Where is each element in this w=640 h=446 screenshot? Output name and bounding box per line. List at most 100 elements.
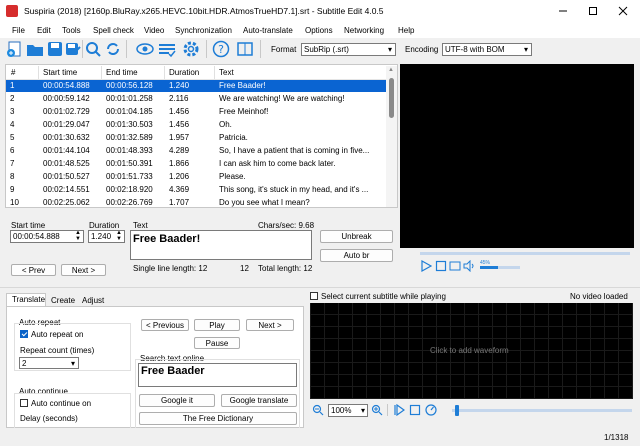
prev-button[interactable]: < Prev (11, 264, 56, 276)
auto-repeat-checkbox[interactable]: Auto repeat on (20, 330, 83, 340)
zoom-out-icon[interactable] (312, 404, 324, 416)
save-icon[interactable] (46, 40, 64, 58)
menu-spell-check[interactable]: Spell check (93, 26, 134, 35)
cell-text: So, I have a patient that is coming in f… (219, 146, 370, 155)
replace-icon[interactable] (104, 40, 122, 58)
new-file-icon[interactable] (6, 40, 24, 58)
table-row[interactable]: 3 00:01:02.729 00:01:04.185 1.456 Free Meinh… (6, 106, 386, 118)
find-icon[interactable] (84, 40, 102, 58)
col-number[interactable]: # (11, 68, 15, 77)
format-select[interactable]: SubRip (.srt) ▾ (301, 43, 396, 56)
maximize-icon[interactable] (586, 5, 600, 17)
volume-slider[interactable] (480, 266, 520, 269)
waveform-panel[interactable]: Click to add waveform (310, 303, 633, 399)
google-it-button[interactable]: Google it (139, 394, 215, 407)
repeat-count-select[interactable]: 2 ▾ (19, 357, 79, 369)
play-icon[interactable] (420, 259, 433, 273)
next-subtitle-button[interactable]: Next > (246, 319, 294, 331)
cell-text: I can ask him to come back later. (219, 159, 336, 168)
table-scrollbar[interactable]: ▲ (386, 66, 397, 207)
tab-adjust[interactable]: Adjust (82, 296, 104, 306)
spinner-icon[interactable]: ▲ ▼ (75, 231, 81, 242)
repeat-count-label: Repeat count (times) (20, 346, 95, 355)
spell-check-icon[interactable] (158, 40, 176, 58)
free-dictionary-button[interactable]: The Free Dictionary (139, 412, 297, 425)
table-row[interactable]: 4 00:01:29.047 00:01:30.503 1.456 Oh. (6, 119, 386, 131)
table-row[interactable]: 7 00:01:48.525 00:01:50.391 1.866 I can ask … (6, 158, 386, 170)
layout-icon[interactable] (236, 40, 254, 58)
minimize-icon[interactable] (556, 5, 570, 17)
video-player[interactable] (400, 64, 634, 248)
unbreak-button[interactable]: Unbreak (320, 230, 393, 243)
menu-tools[interactable]: Tools (62, 26, 81, 35)
col-text[interactable]: Text (219, 68, 234, 77)
col-duration[interactable]: Duration (169, 68, 199, 77)
auto-continue-checkbox[interactable]: Auto continue on (20, 399, 91, 409)
tab-translate[interactable]: Translate (6, 293, 46, 306)
menu-edit[interactable]: Edit (37, 26, 51, 35)
pause-button[interactable]: Pause (194, 337, 240, 349)
volume-icon[interactable] (463, 259, 475, 273)
scroll-up-icon[interactable]: ▲ (388, 67, 394, 73)
open-folder-icon[interactable] (26, 40, 44, 58)
previous-button[interactable]: < Previous (141, 319, 189, 331)
table-row[interactable]: 5 00:01:30.632 00:01:32.589 1.957 Patricia. (6, 132, 386, 144)
speed-icon[interactable] (425, 404, 437, 416)
delay-label: Delay (seconds) (20, 414, 78, 423)
menu-auto-translate[interactable]: Auto-translate (243, 26, 293, 35)
help-icon[interactable]: ? (212, 40, 230, 58)
next-button[interactable]: Next > (61, 264, 106, 276)
slider-thumb[interactable] (455, 405, 459, 416)
spinner-icon[interactable]: ▲ ▼ (116, 231, 122, 242)
menu-video[interactable]: Video (144, 26, 164, 35)
settings-icon[interactable] (182, 40, 200, 58)
zoom-in-icon[interactable] (371, 404, 383, 416)
waveform-position-slider[interactable] (452, 405, 632, 416)
table-row[interactable]: 9 00:02:14.551 00:02:18.920 4.369 This song,… (6, 184, 386, 196)
menu-options[interactable]: Options (305, 26, 333, 35)
cell-dur: 1.206 (169, 172, 190, 181)
checkbox-checked-icon (20, 330, 28, 338)
subtitle-text-editor[interactable]: Free Baader! (130, 230, 312, 260)
duration-field[interactable]: 1.240 ▲ ▼ (88, 230, 125, 243)
menu-synchronization[interactable]: Synchronization (175, 26, 232, 35)
save-as-icon[interactable] (64, 40, 82, 58)
table-row[interactable]: 8 00:01:50.527 00:01:51.733 1.206 Please. (6, 171, 386, 183)
auto-repeat-label: Auto repeat on (31, 330, 84, 339)
scroll-thumb[interactable] (389, 78, 394, 118)
zoom-select[interactable]: 100% ▾ (328, 404, 368, 417)
no-video-loaded: No video loaded (570, 292, 628, 301)
select-current-checkbox[interactable]: Select current subtitle while playing (310, 292, 446, 302)
chevron-down-icon: ▾ (70, 359, 75, 368)
cell-text: Please. (219, 172, 246, 181)
menu-networking[interactable]: Networking (344, 26, 384, 35)
fullscreen-icon[interactable] (449, 260, 461, 272)
auto-br-button[interactable]: Auto br (320, 249, 393, 262)
col-start-time[interactable]: Start time (43, 68, 77, 77)
google-translate-button[interactable]: Google translate (221, 394, 297, 407)
video-progress-bar[interactable] (420, 252, 630, 255)
table-row[interactable]: 1 00:00:54.888 00:00:56.128 1.240 Free Baade… (6, 80, 386, 92)
visual-sync-icon[interactable] (136, 40, 154, 58)
cell-end: 00:01:04.185 (106, 107, 153, 116)
subtitle-text: Free Baader! (133, 233, 201, 245)
stop-icon[interactable] (435, 260, 447, 272)
chevron-down-icon: ▾ (523, 45, 528, 54)
search-text-field[interactable]: Free Baader (138, 363, 297, 387)
table-row[interactable]: 6 00:01:44.104 00:01:48.393 4.289 So, I have… (6, 145, 386, 157)
col-end-time[interactable]: End time (106, 68, 138, 77)
table-row[interactable]: 2 00:00:59.142 00:01:01.258 2.116 We are wat… (6, 93, 386, 105)
waveform-hint: Click to add waveform (430, 346, 509, 355)
cell-n: 4 (10, 120, 15, 129)
start-time-field[interactable]: 00:00:54.888 ▲ ▼ (10, 230, 84, 243)
menu-help[interactable]: Help (398, 26, 414, 35)
waveform-fullscreen-icon[interactable] (409, 404, 421, 416)
tab-create[interactable]: Create (51, 296, 75, 306)
cell-end: 00:01:50.391 (106, 159, 153, 168)
menu-file[interactable]: File (12, 26, 25, 35)
close-icon[interactable] (616, 5, 630, 17)
table-row[interactable]: 10 00:02:25.062 00:02:26.769 1.707 Do you se… (6, 197, 386, 209)
play-button[interactable]: Play (194, 319, 240, 331)
waveform-play-icon[interactable] (393, 403, 406, 417)
encoding-select[interactable]: UTF-8 with BOM ▾ (442, 43, 532, 56)
